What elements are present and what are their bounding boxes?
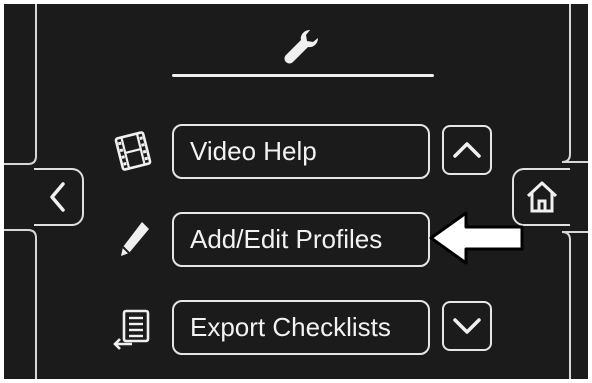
chevron-left-icon: [50, 182, 65, 212]
pencil-icon: [121, 222, 149, 256]
export-checklists-label: Export Checklists: [190, 312, 391, 342]
home-icon: [526, 181, 558, 213]
settings-screen: Video Help Add/Edit Profiles Export Chec…: [4, 4, 588, 379]
film-icon: [114, 131, 152, 171]
add-edit-profiles-button[interactable]: Add/Edit Profiles: [172, 212, 430, 267]
pointer-arrow: [429, 211, 524, 265]
chevron-up-icon: [453, 142, 481, 158]
scroll-down-button[interactable]: [442, 301, 492, 351]
wrench-icon: [284, 30, 318, 64]
add-edit-profiles-label: Add/Edit Profiles: [190, 224, 383, 254]
video-help-label: Video Help: [190, 136, 317, 166]
export-list-icon: [113, 309, 150, 350]
scroll-up-button[interactable]: [442, 125, 492, 175]
back-button[interactable]: [34, 168, 84, 226]
export-checklists-button[interactable]: Export Checklists: [172, 300, 430, 355]
chevron-down-icon: [453, 318, 481, 334]
video-help-button[interactable]: Video Help: [172, 124, 430, 179]
header-divider: [172, 74, 434, 77]
